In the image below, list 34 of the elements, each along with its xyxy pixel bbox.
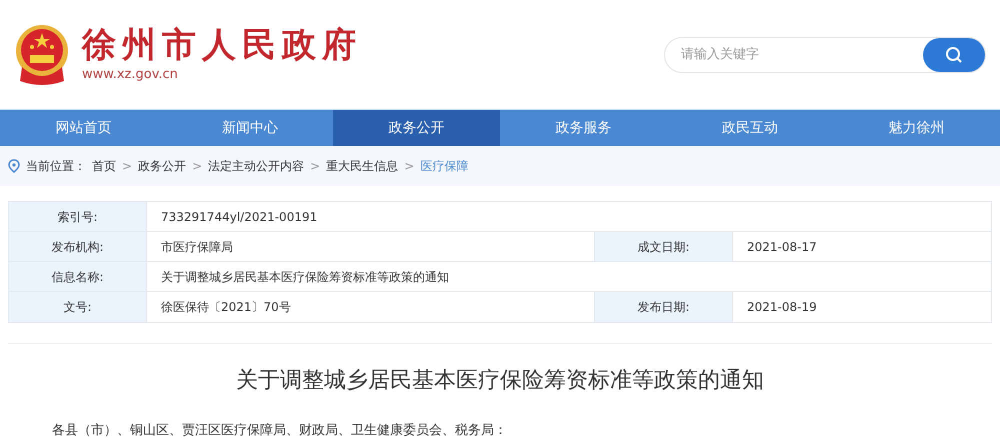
breadcrumb-separator: > [310, 158, 320, 175]
table-label-cell: 发布日期: [595, 292, 733, 322]
search-button[interactable] [923, 38, 985, 72]
salutation-text: 各县（市）、铜山区、贾汪区医疗保障局、财政局、卫生健康委员会、税务局： [51, 422, 508, 440]
table-value-cell-text: 2021-08-17 [746, 238, 818, 256]
table-label-cell: 索引号: [9, 202, 147, 231]
breadcrumb-separator: > [122, 158, 132, 175]
table-value-cell-text: 733291744yl/2021-00191 [160, 208, 318, 226]
site-name: 徐州市人民政府 [82, 24, 362, 65]
breadcrumb-link[interactable]: 重大民生信息 [326, 157, 398, 175]
nav-tab[interactable]: 网站首页 [0, 110, 167, 146]
breadcrumb-label: 当前位置： [26, 158, 86, 175]
site-url: www.xz.gov.cn [82, 66, 179, 84]
breadcrumb-separator: > [404, 158, 414, 175]
table-label-cell: 文号: [9, 292, 147, 322]
nav-tab[interactable]: 政民互动 [666, 110, 834, 146]
table-label-cell: 发布机构: [9, 232, 147, 261]
location-pin-icon [8, 159, 20, 173]
article-title: 关于调整城乡居民基本医疗保险筹资标准等政策的通知 [235, 367, 765, 395]
nav-tab[interactable]: 新闻中心 [166, 110, 334, 146]
search-icon [945, 46, 963, 64]
breadcrumb-link[interactable]: 医疗保障 [420, 157, 468, 175]
breadcrumb-link[interactable]: 法定主动公开内容 [208, 157, 304, 175]
emblem-logo [14, 22, 70, 86]
table-value-cell-text: 关于调整城乡居民基本医疗保险筹资标准等政策的通知 [160, 268, 450, 286]
nav-tab[interactable]: 政务公开 [333, 110, 500, 146]
table-label-cell: 信息名称: [9, 262, 147, 291]
nav-tab[interactable]: 魅力徐州 [833, 110, 1000, 146]
table-label-cell: 成文日期: [595, 232, 733, 261]
breadcrumb-link[interactable]: 政务公开 [138, 157, 186, 175]
breadcrumb-separator: > [192, 158, 202, 175]
table-value-cell-text: 2021-08-19 [746, 299, 818, 316]
nav-tab[interactable]: 政务服务 [500, 110, 667, 146]
breadcrumb-link[interactable]: 首页 [92, 157, 116, 175]
